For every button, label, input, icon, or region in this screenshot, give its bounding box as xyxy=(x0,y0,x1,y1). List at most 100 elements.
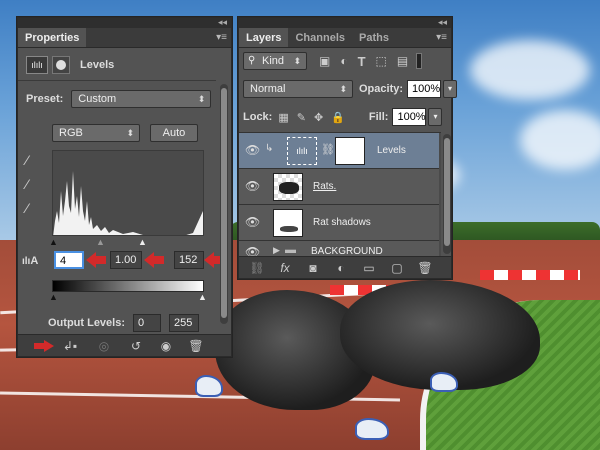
levels-adjustment-icon[interactable]: ılılı xyxy=(26,56,48,74)
layer-row-rat-shadows[interactable]: 👁 Rat shadows xyxy=(239,205,439,241)
lock-position-icon[interactable]: ✥ xyxy=(314,111,323,124)
adjustment-title: Levels xyxy=(80,59,115,71)
preset-label: Preset: xyxy=(26,93,64,105)
opacity-label: Opacity: xyxy=(359,83,404,95)
fill-label: Fill: xyxy=(368,111,389,123)
scrollbar-thumb[interactable] xyxy=(444,138,450,246)
lock-image-icon[interactable]: ✎ xyxy=(297,111,306,124)
panel-menu-icon[interactable]: ▾≡ xyxy=(216,32,227,43)
scrollbar-thumb[interactable] xyxy=(221,88,227,318)
filter-smart-object-icon[interactable]: ▤ xyxy=(397,54,408,68)
clip-icon[interactable]: ↲▪ xyxy=(62,338,78,354)
channel-dropdown[interactable]: RGB ⬍ xyxy=(52,124,140,142)
properties-panel: ◂◂ Properties ▾≡ ılılı Levels Preset: Cu… xyxy=(17,17,232,357)
reset-icon[interactable]: ↺ xyxy=(128,338,144,354)
layer-name: Levels xyxy=(377,145,406,156)
eye-icon[interactable]: 👁 xyxy=(245,143,260,157)
gray-eyedropper-icon[interactable]: ⁄ xyxy=(26,176,44,194)
white-point-handle[interactable]: ▲ xyxy=(138,237,147,247)
expand-arrow-icon[interactable]: ▶ xyxy=(273,245,280,256)
black-eyedropper-icon[interactable]: ⁄ xyxy=(26,152,44,170)
eye-icon[interactable]: 👁 xyxy=(245,179,260,193)
layer-name: Rats. xyxy=(313,181,337,192)
output-white-handle[interactable]: ▲ xyxy=(198,292,207,302)
tab-channels[interactable]: Channels xyxy=(288,28,352,47)
chevron-updown-icon: ⬍ xyxy=(293,56,301,66)
layers-scrollbar[interactable] xyxy=(443,134,451,254)
divider xyxy=(18,80,216,81)
gamma-handle[interactable]: ▲ xyxy=(96,237,105,247)
blend-mode-dropdown[interactable]: Normal ⬍ xyxy=(243,80,353,98)
preset-dropdown[interactable]: Custom ⬍ xyxy=(71,90,212,108)
white-eyedropper-icon[interactable]: ⁄ xyxy=(26,200,44,218)
link-icon[interactable]: ⛓ xyxy=(321,143,335,156)
layers-panel: ◂◂ Layers Channels Paths ▾≡ ⚲ Kind ⬍ ▣ ◐… xyxy=(238,17,458,279)
trash-icon[interactable]: 🗑 xyxy=(188,338,204,354)
eye-icon[interactable]: 👁 xyxy=(245,215,260,229)
lock-all-icon[interactable]: 🔒 xyxy=(331,111,345,124)
output-black-handle[interactable]: ▲ xyxy=(49,292,58,302)
auto-button[interactable]: Auto xyxy=(150,124,198,142)
red-arrow-icon xyxy=(86,252,106,268)
filter-type-icon[interactable]: T xyxy=(358,54,366,69)
tab-paths[interactable]: Paths xyxy=(352,28,396,47)
levels-adjustment-icon[interactable]: ılılı xyxy=(287,137,317,165)
visibility-eye-icon[interactable]: ◉ xyxy=(158,338,174,354)
output-black-field[interactable]: 0 xyxy=(133,314,162,332)
filter-toggle-switch[interactable] xyxy=(416,53,423,69)
link-icon[interactable]: ⛓ xyxy=(249,260,265,276)
tab-layers[interactable]: Layers xyxy=(239,28,289,47)
input-gamma-field[interactable]: 1.00 xyxy=(110,251,142,269)
input-white-field[interactable]: 152 xyxy=(174,251,204,269)
filter-adjustment-icon[interactable]: ◐ xyxy=(340,54,347,68)
fx-icon[interactable]: fx xyxy=(277,260,293,276)
adjustment-layer-icon[interactable]: ◐ xyxy=(333,260,349,276)
panel-menu-icon[interactable]: ▾≡ xyxy=(436,32,447,43)
layer-row-rats[interactable]: 👁 Rats. xyxy=(239,169,439,205)
histogram-graph xyxy=(53,171,203,235)
fill-field[interactable]: 100% xyxy=(392,108,427,126)
layer-row-background-group[interactable]: 👁 ▶ ▬ BACKGROUND xyxy=(239,241,439,256)
properties-scrollbar[interactable] xyxy=(220,84,228,324)
output-white-field[interactable]: 255 xyxy=(169,314,200,332)
clipping-warning-icon[interactable]: ılıA xyxy=(22,255,38,267)
opacity-dropdown-icon[interactable]: ▾ xyxy=(443,80,458,98)
lock-transparent-icon[interactable]: ▦ xyxy=(278,111,288,124)
output-levels-row: Output Levels: 0 255 xyxy=(48,314,200,332)
fill-dropdown-icon[interactable]: ▾ xyxy=(428,108,443,126)
filter-pixel-icon[interactable]: ▣ xyxy=(319,54,330,68)
add-mask-icon[interactable]: ◙ xyxy=(305,260,321,276)
preset-row: Preset: Custom ⬍ xyxy=(26,90,212,108)
mask-icon[interactable] xyxy=(52,56,70,74)
output-gradient xyxy=(52,280,204,292)
collapse-icon[interactable]: ◂◂ xyxy=(438,17,447,28)
collapse-icon[interactable]: ◂◂ xyxy=(218,17,227,28)
input-slider-track[interactable]: ▲ ▲ ▲ xyxy=(49,237,204,247)
view-previous-icon[interactable]: ◎ xyxy=(96,338,112,354)
layer-row-levels[interactable]: 👁 ↳ ılılı ⛓ Levels xyxy=(239,133,439,169)
layer-thumbnail[interactable] xyxy=(273,173,303,201)
chevron-updown-icon: ⬍ xyxy=(197,94,206,104)
tab-properties[interactable]: Properties xyxy=(18,28,87,47)
panel-titlebar[interactable]: ◂◂ xyxy=(239,17,451,28)
layer-filter-row: ⚲ Kind ⬍ ▣ ◐ T ⬚ ▤ xyxy=(243,52,423,70)
trash-icon[interactable]: 🗑 xyxy=(417,260,433,276)
lock-label: Lock: xyxy=(243,111,273,123)
filter-kind-dropdown[interactable]: ⚲ Kind ⬍ xyxy=(243,52,307,70)
hurdle xyxy=(480,270,580,280)
channel-row: RGB ⬍ Auto xyxy=(52,124,198,142)
new-layer-icon[interactable]: ▢ xyxy=(389,260,405,276)
opacity-field[interactable]: 100% xyxy=(407,80,442,98)
layer-mask-thumbnail[interactable] xyxy=(335,137,365,165)
filter-shape-icon[interactable]: ⬚ xyxy=(376,54,387,68)
layer-name: BACKGROUND xyxy=(311,246,383,256)
eye-icon[interactable]: 👁 xyxy=(245,245,260,256)
folder-icon[interactable]: ▭ xyxy=(361,260,377,276)
panel-titlebar[interactable]: ◂◂ xyxy=(18,17,231,28)
black-point-handle[interactable]: ▲ xyxy=(49,237,58,247)
layer-thumbnail[interactable] xyxy=(273,209,303,237)
output-slider-track[interactable]: ▲ ▲ xyxy=(49,292,207,302)
cloud xyxy=(470,40,590,100)
folder-icon: ▬ xyxy=(285,244,296,256)
input-black-field[interactable]: 4 xyxy=(54,251,84,269)
